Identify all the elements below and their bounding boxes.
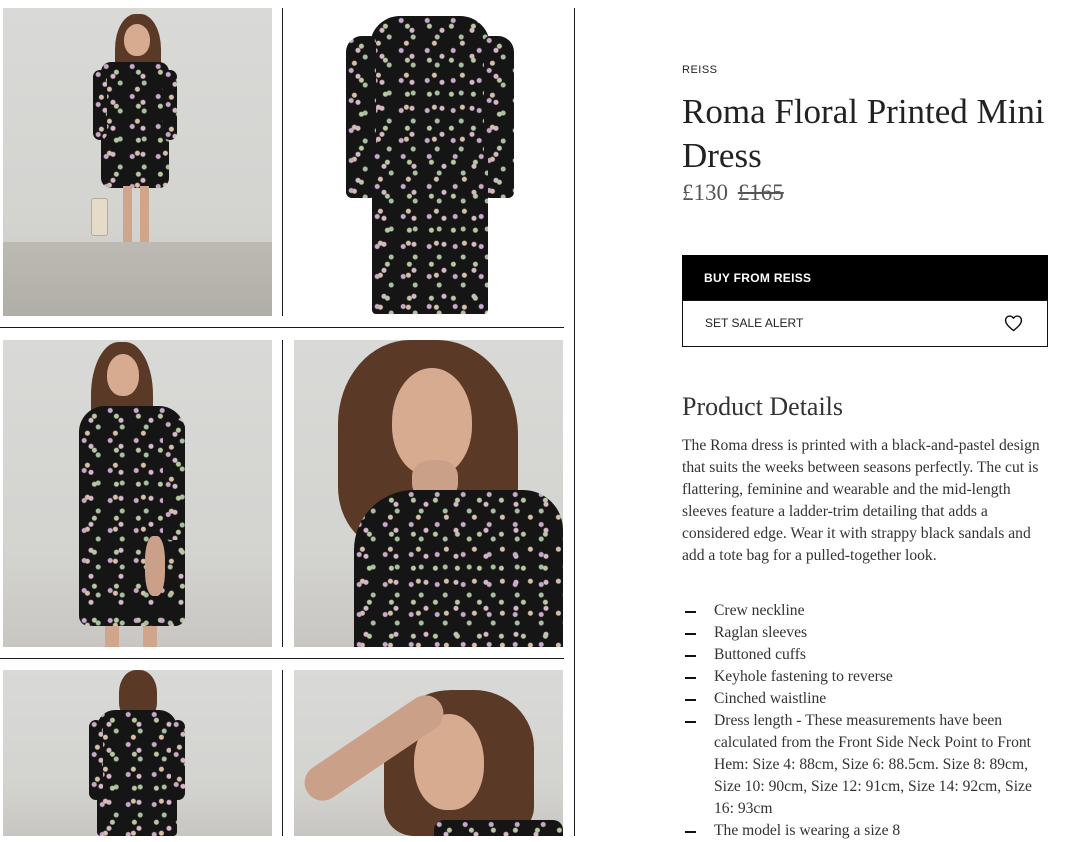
product-feature-list: Crew neckline Raglan sleeves Buttoned cu… <box>682 600 1054 842</box>
product-image-model-back[interactable] <box>3 670 272 836</box>
product-image-flat[interactable] <box>294 8 563 316</box>
feature-item: Raglan sleeves <box>682 622 1054 644</box>
feature-item: Dress length - These measurements have b… <box>682 710 1054 820</box>
feature-item: Buttoned cuffs <box>682 644 1054 666</box>
product-details-heading: Product Details <box>682 392 844 421</box>
gallery-divider-horizontal <box>0 658 564 659</box>
feature-item: Keyhole fastening to reverse <box>682 666 1054 688</box>
price-block: £130 £165 <box>682 180 784 206</box>
gallery-divider-vertical <box>282 670 283 836</box>
gallery-divider-vertical <box>282 340 283 647</box>
product-description: The Roma dress is printed with a black-a… <box>682 437 1040 564</box>
product-title: Roma Floral Printed Mini Dress <box>682 92 1045 175</box>
product-image-model-pose[interactable] <box>294 670 563 836</box>
feature-item: Crew neckline <box>682 600 1054 622</box>
heart-icon <box>1004 315 1023 332</box>
buy-button[interactable]: BUY FROM REISS <box>682 255 1048 301</box>
product-image-model-three-quarter[interactable] <box>3 340 272 647</box>
product-image-model-closeup[interactable] <box>294 340 563 647</box>
sale-alert-button[interactable]: SET SALE ALERT <box>682 300 1048 347</box>
product-image-model-front[interactable] <box>3 8 272 316</box>
brand-name[interactable]: REISS <box>682 64 718 76</box>
feature-item: The model is wearing a size 8 <box>682 820 1054 842</box>
gallery-divider-vertical <box>282 8 283 316</box>
feature-item: Cinched waistline <box>682 688 1054 710</box>
product-gallery <box>0 0 576 836</box>
gallery-divider-right <box>574 8 575 836</box>
sale-alert-label: SET SALE ALERT <box>705 316 804 330</box>
current-price: £130 <box>682 180 728 205</box>
original-price: £165 <box>737 180 784 205</box>
gallery-divider-horizontal <box>0 327 564 328</box>
